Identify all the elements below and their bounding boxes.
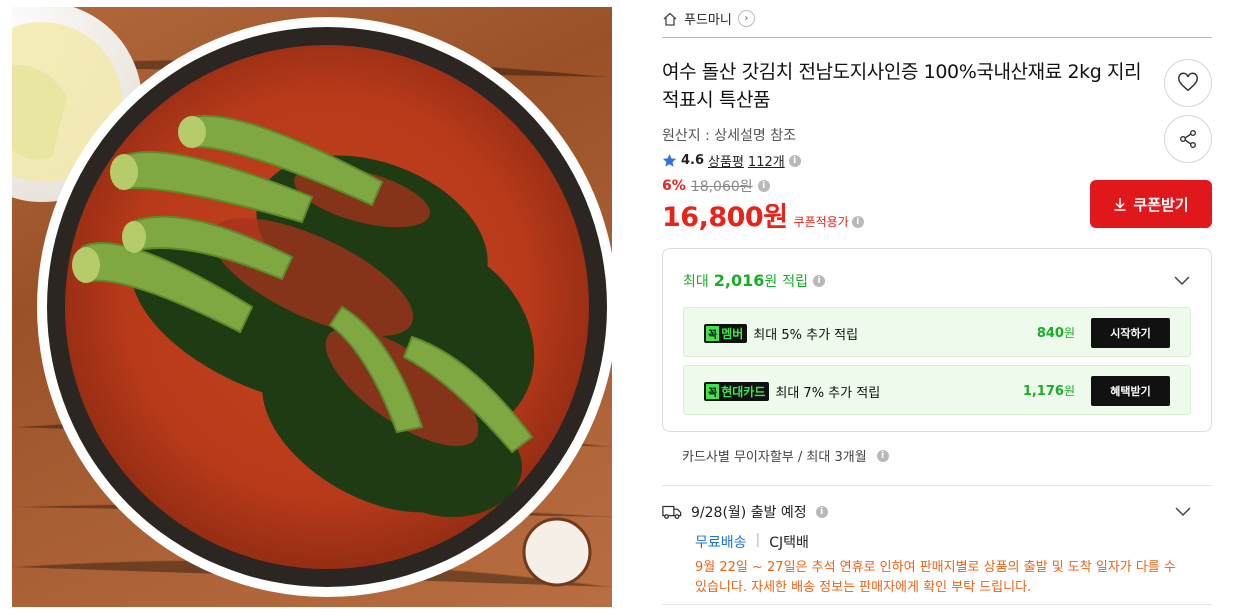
divider [662, 485, 1212, 486]
amount-value: 1,176 [1022, 384, 1064, 399]
reward-summary[interactable]: 최대 2,016원 적립 i [683, 271, 826, 291]
info-icon[interactable]: i [851, 215, 864, 228]
reward-item-amount: 1,176원 [1023, 382, 1075, 399]
chevron-down-icon[interactable] [1174, 502, 1192, 520]
original-price: 18,060원 [690, 179, 753, 195]
star-icon [662, 154, 677, 167]
product-image[interactable] [12, 7, 612, 607]
info-icon[interactable]: i [815, 506, 828, 518]
breadcrumb: 푸드마니 › [662, 0, 1212, 38]
share-icon [1180, 130, 1196, 148]
amount-unit: 원 [1063, 326, 1075, 340]
carrier-label: CJ택배 [769, 535, 809, 551]
review-count[interactable]: 112개 [748, 151, 785, 170]
price-row: 16,800원 쿠폰적용가 i [662, 195, 864, 234]
share-button[interactable] [1164, 115, 1212, 163]
reward-item-card: 꼭 현대카드 최대 7% 추가 적립 1,176원 혜택받기 [683, 365, 1191, 415]
reward-item-label: 꼭 현대카드 최대 7% 추가 적립 [704, 382, 880, 401]
reward-item-text: 최대 5% 추가 적립 [753, 328, 859, 343]
reward-prefix: 최대 [683, 274, 709, 290]
chevron-right-icon[interactable]: › [737, 10, 755, 27]
reward-item-text: 최대 7% 추가 적립 [775, 386, 881, 401]
info-icon[interactable]: i [876, 449, 889, 462]
divider [662, 604, 1212, 605]
shipping-notice: 9월 22일 ~ 27일은 추석 연휴로 인하여 판매지별로 상품의 출발 및 … [695, 560, 1176, 595]
start-button[interactable]: 시작하기 [1091, 318, 1170, 348]
wishlist-button[interactable] [1164, 59, 1212, 107]
product-page: 푸드마니 › 여수 돌산 갓김치 전남도지사인증 100%국내산재료 2kg 지… [0, 0, 1235, 613]
info-icon[interactable]: i [813, 275, 826, 287]
shipping-type: 무료배송 | CJ택배 [695, 532, 809, 552]
brand-link[interactable]: 푸드마니 [684, 9, 732, 28]
product-info: 푸드마니 › 여수 돌산 갓김치 전남도지사인증 100%국내산재료 2kg 지… [662, 0, 1212, 605]
installment-text: 카드사별 무이자할부 / 최대 3개월 [682, 450, 867, 465]
free-shipping-label: 무료배송 [695, 535, 747, 551]
card-tag: 꼭 현대카드 [704, 382, 770, 401]
member-tag: 꼭 멤버 [704, 324, 748, 343]
review-label[interactable]: 상품평 [708, 151, 744, 170]
separator: | [755, 532, 761, 548]
tag-prefix: 꼭 [706, 326, 720, 341]
tag-prefix: 꼭 [706, 384, 720, 399]
reward-suffix: 적립 [782, 274, 809, 290]
rating-row: 4.6 상품평 112개 i [662, 151, 801, 170]
shipping-date-row[interactable]: 9/28(월) 출발 예정 i [662, 502, 1212, 522]
coupon-price-note: 쿠폰적용가 i [794, 213, 864, 230]
benefit-button[interactable]: 혜택받기 [1091, 376, 1170, 406]
info-icon[interactable]: i [757, 180, 770, 192]
amount-value: 840 [1036, 326, 1064, 341]
tag-text: 멤버 [721, 327, 744, 341]
product-title: 여수 돌산 갓김치 전남도지사인증 100%국내산재료 2kg 지리적표시 특산… [662, 61, 1142, 111]
tag-text: 현대카드 [721, 385, 766, 399]
download-icon [1114, 198, 1126, 211]
truck-icon [662, 505, 682, 520]
reward-amount: 2,016 [713, 271, 765, 290]
chevron-down-icon[interactable] [1173, 271, 1191, 289]
reward-item-amount: 840원 [1037, 324, 1075, 341]
amount-unit: 원 [1063, 384, 1075, 398]
installment-row: 카드사별 무이자할부 / 최대 3개월 i [682, 446, 889, 465]
rating-score: 4.6 [681, 153, 705, 168]
shipping-date: 9/28(월) 출발 예정 [691, 505, 807, 521]
reward-panel: 최대 2,016원 적립 i 꼭 멤버 최대 5% 추가 적립 840원 시작하… [662, 248, 1212, 432]
reward-item-member: 꼭 멤버 최대 5% 추가 적립 840원 시작하기 [683, 307, 1191, 357]
origin-text: 원산지 : 상세설명 참조 [662, 128, 796, 144]
coupon-button-label: 쿠폰받기 [1133, 195, 1189, 214]
kimchi-photo [12, 7, 612, 597]
heart-icon [1178, 72, 1198, 92]
discount-rate: 6% [662, 178, 686, 194]
sale-price: 16,800원 [662, 202, 788, 233]
home-icon[interactable] [662, 11, 678, 27]
coupon-button[interactable]: 쿠폰받기 [1090, 180, 1212, 228]
reward-item-label: 꼭 멤버 최대 5% 추가 적립 [704, 324, 858, 343]
info-icon[interactable]: i [788, 154, 801, 167]
coupon-price-label: 쿠폰적용가 [793, 215, 849, 229]
reward-unit: 원 [764, 274, 778, 290]
discount-row: 6% 18,060원 i [662, 176, 770, 196]
shipping-section: 9/28(월) 출발 예정 i 무료배송 | CJ택배 9월 22일 ~ 27일… [662, 502, 1212, 595]
